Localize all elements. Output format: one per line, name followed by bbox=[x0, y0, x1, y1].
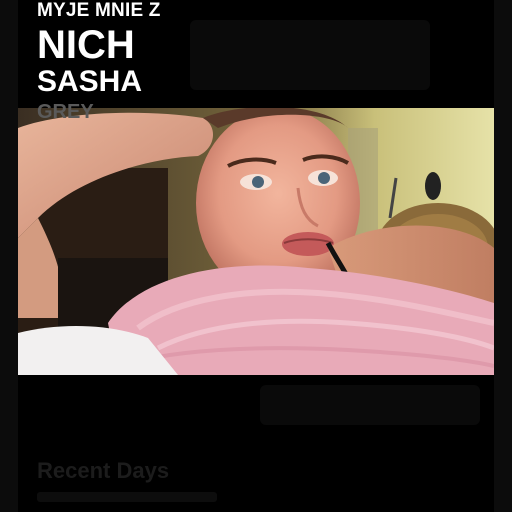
background-panel bbox=[190, 20, 430, 90]
app-screen: MYJE MNIE Z NICH SASHA GREY Recent Days bbox=[0, 0, 512, 512]
left-edge-band bbox=[0, 0, 18, 512]
caption-line-1: MYJE MNIE Z bbox=[37, 0, 161, 21]
section-title: Recent Days bbox=[37, 458, 170, 483]
right-edge-band bbox=[494, 0, 512, 512]
caption-line-3: SASHA bbox=[37, 65, 143, 98]
list-item-placeholder bbox=[37, 492, 217, 502]
caption-line-4: GREY bbox=[37, 101, 94, 123]
video-frame-image bbox=[18, 108, 494, 375]
video-frame[interactable] bbox=[18, 108, 494, 375]
background-panel bbox=[260, 385, 480, 425]
caption-line-2: NICH bbox=[37, 23, 135, 67]
